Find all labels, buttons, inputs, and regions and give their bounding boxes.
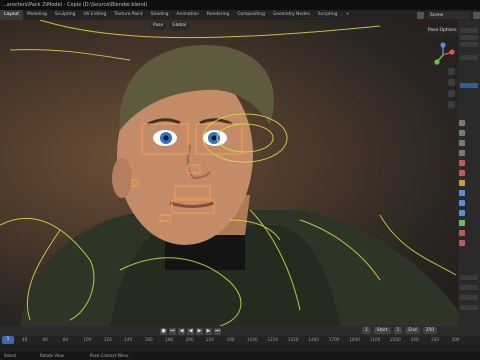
properties-tabs bbox=[458, 120, 466, 270]
ruler-tick-label: 1700 bbox=[328, 337, 340, 342]
end-frame-field[interactable]: 250 bbox=[422, 327, 438, 334]
workspace-tab[interactable]: Scripting bbox=[314, 10, 342, 20]
prev-keyframe-icon[interactable]: ◀ bbox=[178, 327, 185, 335]
jump-end-icon[interactable]: ⏭ bbox=[214, 327, 221, 335]
ruler-tick-label: 2200 bbox=[390, 337, 401, 342]
tool-tab-icon[interactable] bbox=[459, 120, 465, 126]
ruler-tick-label: 1420 bbox=[287, 337, 299, 342]
ruler-tick-label: 240 bbox=[226, 337, 235, 342]
outliner-row[interactable] bbox=[460, 42, 478, 47]
playhead[interactable]: 1 bbox=[2, 336, 14, 344]
ruler-tick-label: 240 bbox=[410, 337, 419, 342]
workspace-tab[interactable]: Modeling bbox=[23, 10, 51, 20]
frame-range-fields: 1 Start 1 End 250 bbox=[362, 327, 438, 334]
ruler-tick-label: 1100 bbox=[369, 337, 381, 342]
workspace-tab[interactable]: Compositing bbox=[233, 10, 269, 20]
property-row[interactable] bbox=[460, 275, 478, 280]
workspace-tab[interactable]: + bbox=[341, 10, 353, 20]
outliner-row[interactable] bbox=[460, 55, 478, 60]
scene-icon[interactable] bbox=[417, 11, 424, 19]
ruler-tick-label: 180 bbox=[165, 337, 174, 342]
property-row[interactable] bbox=[460, 305, 478, 310]
ruler-tick-label: 200 bbox=[185, 337, 194, 342]
property-row[interactable] bbox=[460, 295, 478, 300]
transform-orientation-dropdown[interactable]: Global bbox=[169, 22, 190, 30]
data-tab-icon[interactable] bbox=[459, 220, 465, 226]
status-hint-rotate: Rotate View bbox=[40, 353, 64, 358]
status-hint-context-menu: Pose Context Menu bbox=[90, 353, 129, 358]
pose-options-button[interactable]: Pose Options bbox=[425, 27, 460, 35]
property-row[interactable] bbox=[460, 285, 478, 290]
ruler-tick-label: 300 bbox=[451, 337, 460, 342]
workspace-tab[interactable]: Animation bbox=[173, 10, 203, 20]
world-tab-icon[interactable] bbox=[459, 170, 465, 176]
3d-viewport[interactable] bbox=[0, 20, 458, 326]
ruler-tick-label: 120 bbox=[103, 337, 112, 342]
constraint-tab-icon[interactable] bbox=[459, 210, 465, 216]
ruler-tick-label: 220 bbox=[431, 337, 440, 342]
ruler-tick-label: 160 bbox=[144, 337, 153, 342]
outliner-row-selected[interactable] bbox=[460, 83, 478, 88]
mode-dropdown[interactable]: Pose bbox=[150, 22, 167, 30]
ruler-tick-label: 60 bbox=[42, 337, 48, 342]
end-frame-label[interactable]: End bbox=[405, 327, 420, 334]
scene-tab-icon[interactable] bbox=[459, 160, 465, 166]
status-bar: Select Rotate View Pose Context Menu bbox=[0, 352, 480, 360]
workspace-tab[interactable]: Sculpting bbox=[51, 10, 80, 20]
physics-tab-icon[interactable] bbox=[459, 200, 465, 206]
current-frame-field[interactable]: 1 bbox=[362, 327, 371, 334]
ruler-tick-label: 100 bbox=[83, 337, 92, 342]
window-title-bar: ...aracters\Pack 2\Model - Copie (D:\Sou… bbox=[0, 0, 480, 10]
ruler-tick-label: 140 bbox=[124, 337, 133, 342]
output-tab-icon[interactable] bbox=[459, 140, 465, 146]
character-render bbox=[0, 20, 458, 326]
jump-start-icon[interactable]: ⏮ bbox=[169, 327, 176, 335]
render-tab-icon[interactable] bbox=[459, 130, 465, 136]
outliner-row[interactable] bbox=[460, 28, 478, 33]
modifier-tab-icon[interactable] bbox=[459, 190, 465, 196]
outliner-row[interactable] bbox=[460, 35, 478, 40]
pan-icon[interactable] bbox=[447, 79, 455, 86]
workspace-tab[interactable]: Shading bbox=[147, 10, 173, 20]
playback-controls: ● ⏮ ◀ ◀ ▶ ▶ ⏭ bbox=[160, 327, 221, 335]
ruler-tick-label: 1460 bbox=[308, 337, 320, 342]
workspace-tab[interactable]: Rendering bbox=[203, 10, 233, 20]
perspective-toggle-icon[interactable] bbox=[447, 101, 455, 108]
keyframe-record-icon[interactable]: ● bbox=[160, 327, 167, 335]
ruler-tick-label: 40 bbox=[22, 337, 28, 342]
workspace-tab[interactable]: Geometry Nodes bbox=[269, 10, 314, 20]
texture-tab-icon[interactable] bbox=[459, 240, 465, 246]
ruler-tick-label: 1840 bbox=[349, 337, 360, 342]
ruler-tick-label: 80 bbox=[62, 337, 69, 342]
ruler-tick-label: 1220 bbox=[267, 337, 279, 342]
timeline-ruler[interactable]: 40 60 80 100 120 140 160 180 200 220 240 1100 1220 14… bbox=[0, 336, 480, 345]
start-frame-field[interactable]: 1 bbox=[393, 327, 403, 334]
material-tab-icon[interactable] bbox=[459, 230, 465, 236]
play-icon[interactable]: ▶ bbox=[196, 327, 203, 335]
window-title: ...aracters\Pack 2\Model - Copie (D:\Sou… bbox=[2, 2, 148, 8]
scene-selector-area: Scene bbox=[388, 10, 480, 20]
scene-field[interactable]: Scene bbox=[427, 11, 470, 19]
view-layer-icon[interactable] bbox=[473, 11, 480, 19]
viewport-header: Pose Global bbox=[0, 20, 458, 32]
navigation-gizmo-icon[interactable] bbox=[430, 42, 456, 68]
workspace-tab[interactable]: UV Editing bbox=[79, 10, 110, 20]
timeline-track-area[interactable] bbox=[0, 345, 480, 352]
camera-view-icon[interactable] bbox=[447, 90, 455, 97]
play-reverse-icon[interactable]: ◀ bbox=[187, 327, 194, 335]
next-keyframe-icon[interactable]: ▶ bbox=[205, 327, 212, 335]
ruler-tick-label: 1100 bbox=[247, 337, 258, 342]
viewport-navigation-tools bbox=[446, 68, 456, 128]
ruler-tick-label: 220 bbox=[206, 337, 215, 342]
view-layer-tab-icon[interactable] bbox=[459, 150, 465, 156]
status-hint-select: Select bbox=[4, 353, 17, 358]
workspace-tab[interactable]: Layout bbox=[0, 10, 23, 20]
zoom-icon[interactable] bbox=[447, 68, 455, 75]
start-frame-label[interactable]: Start bbox=[373, 327, 391, 334]
workspace-tab[interactable]: Texture Paint bbox=[110, 10, 146, 20]
object-tab-icon[interactable] bbox=[459, 180, 465, 186]
